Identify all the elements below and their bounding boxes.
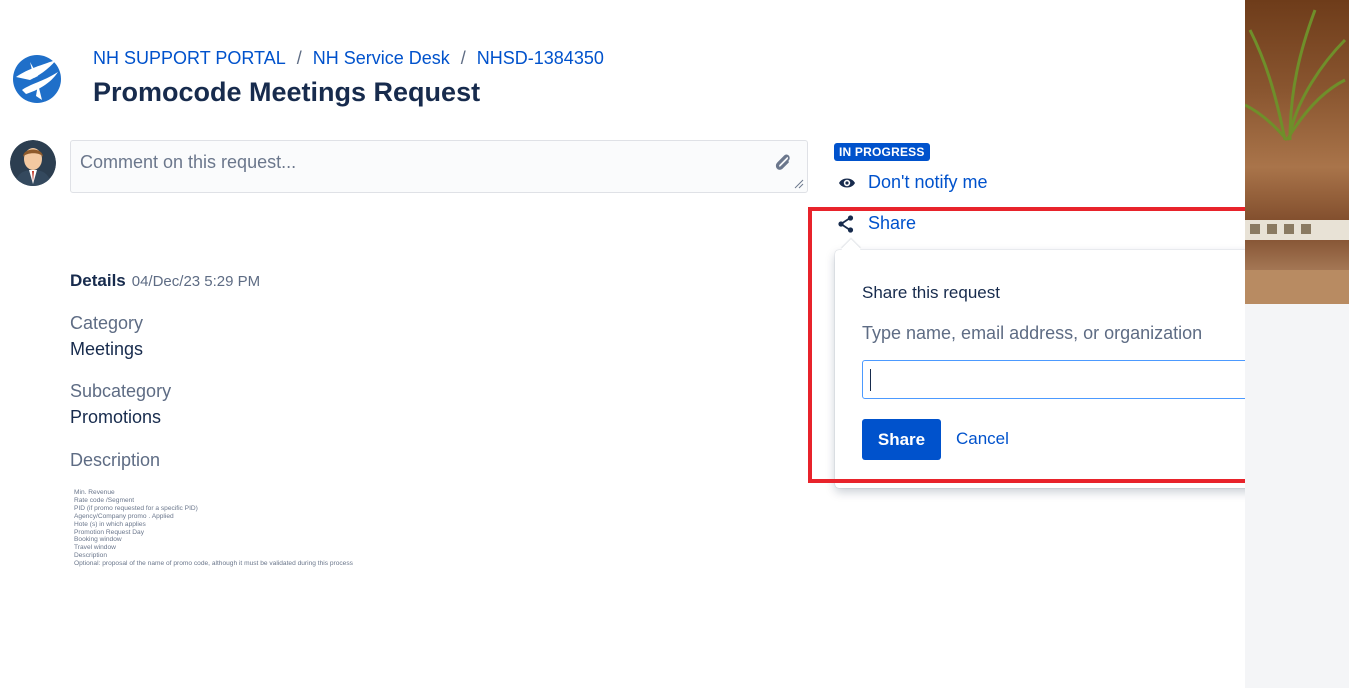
comment-placeholder: Comment on this request... <box>80 152 297 172</box>
side-background <box>1245 304 1349 688</box>
highlight-box <box>808 207 1310 483</box>
description-line: PID (if promo requested for a specific P… <box>74 504 198 512</box>
category-label: Category <box>70 313 144 333</box>
background-photo <box>1245 0 1349 304</box>
subcategory-value: Promotions <box>70 407 162 427</box>
comment-input[interactable]: Comment on this request... <box>70 140 808 193</box>
page-title: Promocode Meetings Request <box>93 77 481 107</box>
breadcrumb-portal-link[interactable]: NH SUPPORT PORTAL <box>93 48 286 68</box>
notify-label: Don't notify me <box>868 172 988 192</box>
breadcrumb-separator: / <box>460 48 466 68</box>
description-line: Booking window <box>74 536 122 544</box>
details-label: Details <box>70 271 126 290</box>
subcategory-label: Subcategory <box>70 381 172 401</box>
palm-plant-image <box>1245 9 1349 304</box>
portal-logo-icon <box>13 55 61 103</box>
resize-handle-icon[interactable] <box>794 179 804 189</box>
description-line: Travel window <box>74 544 116 552</box>
category-value: Meetings <box>70 339 144 359</box>
notify-toggle[interactable]: Don't notify me <box>838 172 988 193</box>
description-line: Description <box>74 552 107 560</box>
attachment-icon[interactable] <box>773 151 793 173</box>
user-avatar-icon <box>10 140 56 186</box>
breadcrumb-desk-link[interactable]: NH Service Desk <box>313 48 450 68</box>
description-line: Hote (s) in which applies <box>74 520 146 528</box>
description-line: Optional: proposal of the name of promo … <box>74 560 353 568</box>
description-line: Promotion Request Day <box>74 528 145 536</box>
eye-icon <box>839 178 855 187</box>
breadcrumb: NH SUPPORT PORTAL / NH Service Desk / NHSD-1… <box>93 48 604 69</box>
description-line: Min. Revenue <box>74 489 115 496</box>
description-line: Agency/Company promo . Applied <box>74 512 174 520</box>
details-header: Details 04/Dec/23 5:29 PM <box>70 271 260 291</box>
description-line: Rate code /Segment <box>74 496 135 504</box>
status-badge: IN PROGRESS <box>834 143 930 161</box>
description-image: Min. Revenue Rate code /Segment PID (if … <box>74 489 434 599</box>
breadcrumb-separator: / <box>296 48 302 68</box>
description-label: Description <box>70 450 161 470</box>
breadcrumb-issue-link[interactable]: NHSD-1384350 <box>477 48 604 68</box>
details-date: 04/Dec/23 5:29 PM <box>131 273 261 290</box>
